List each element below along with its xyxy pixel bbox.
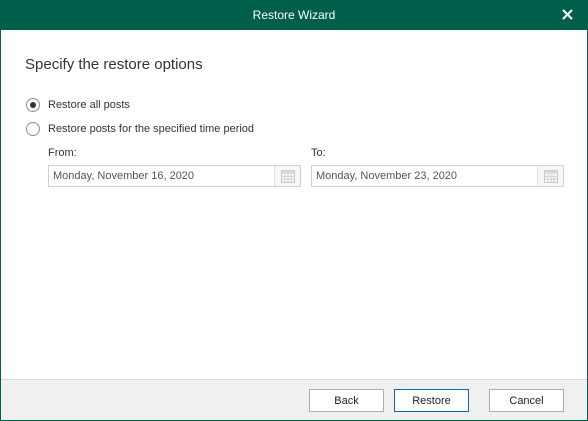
to-date-picker[interactable]: Monday, November 23, 2020 (311, 165, 564, 187)
back-button[interactable]: Back (309, 389, 384, 412)
restore-all-posts-label: Restore all posts (48, 99, 130, 111)
button-bar: Back Restore Cancel (1, 379, 587, 420)
to-date-value: Monday, November 23, 2020 (316, 170, 458, 182)
calendar-icon (281, 170, 295, 183)
from-date-picker[interactable]: Monday, November 16, 2020 (48, 165, 301, 187)
restore-all-posts-radio[interactable] (26, 98, 40, 112)
cancel-button[interactable]: Cancel (489, 389, 564, 412)
close-button[interactable] (547, 1, 587, 30)
from-date-value: Monday, November 16, 2020 (53, 170, 195, 182)
window-title: Restore Wizard (252, 8, 336, 22)
close-icon (562, 9, 573, 20)
to-calendar-button[interactable] (537, 166, 563, 186)
restore-wizard-window: Restore Wizard Specify the restore optio… (0, 0, 588, 421)
title-bar: Restore Wizard (1, 1, 587, 30)
restore-period-label: Restore posts for the specified time per… (48, 123, 255, 135)
from-calendar-button[interactable] (274, 166, 300, 186)
page-heading: Specify the restore options (25, 56, 203, 73)
restore-period-radio[interactable] (26, 122, 40, 136)
from-label: From: (48, 147, 77, 159)
to-label: To: (311, 147, 326, 159)
restore-button[interactable]: Restore (394, 389, 469, 412)
radio-selected-dot (30, 102, 36, 108)
calendar-icon (544, 170, 558, 183)
